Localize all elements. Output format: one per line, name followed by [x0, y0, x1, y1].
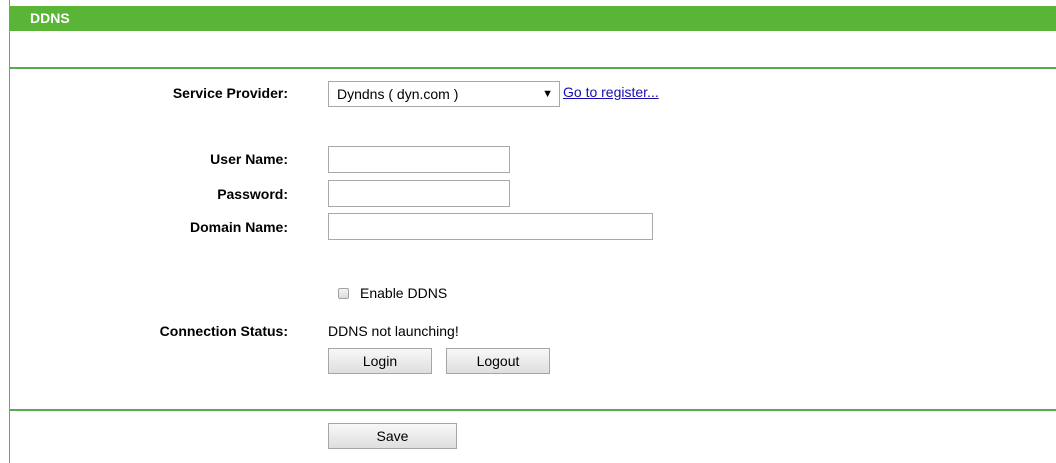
enable-ddns-checkbox[interactable] [338, 288, 349, 299]
service-provider-value: Dyndns ( dyn.com ) [337, 86, 459, 102]
service-provider-label: Service Provider: [172, 85, 288, 101]
logout-button[interactable]: Logout [446, 348, 550, 374]
save-button[interactable]: Save [328, 423, 457, 449]
user-name-label: User Name: [210, 151, 288, 167]
service-provider-select[interactable]: Dyndns ( dyn.com ) ▼ [328, 81, 560, 107]
password-label: Password: [217, 186, 288, 202]
chevron-down-icon: ▼ [542, 88, 553, 100]
password-field[interactable] [328, 180, 510, 207]
domain-name-label: Domain Name: [189, 219, 288, 235]
user-name-field[interactable] [328, 146, 510, 173]
bottom-divider [10, 409, 1056, 411]
domain-name-field[interactable] [328, 213, 653, 240]
top-divider [10, 67, 1056, 69]
connection-status-value: DDNS not launching! [328, 323, 459, 339]
enable-ddns-label: Enable DDNS [360, 285, 448, 301]
register-link[interactable]: Go to register... [563, 84, 659, 100]
login-button[interactable]: Login [328, 348, 432, 374]
page-title: DDNS [10, 6, 1056, 31]
ddns-panel: DDNS Service Provider: Dyndns ( dyn.com … [9, 0, 1056, 463]
connection-status-label: Connection Status: [159, 323, 288, 339]
